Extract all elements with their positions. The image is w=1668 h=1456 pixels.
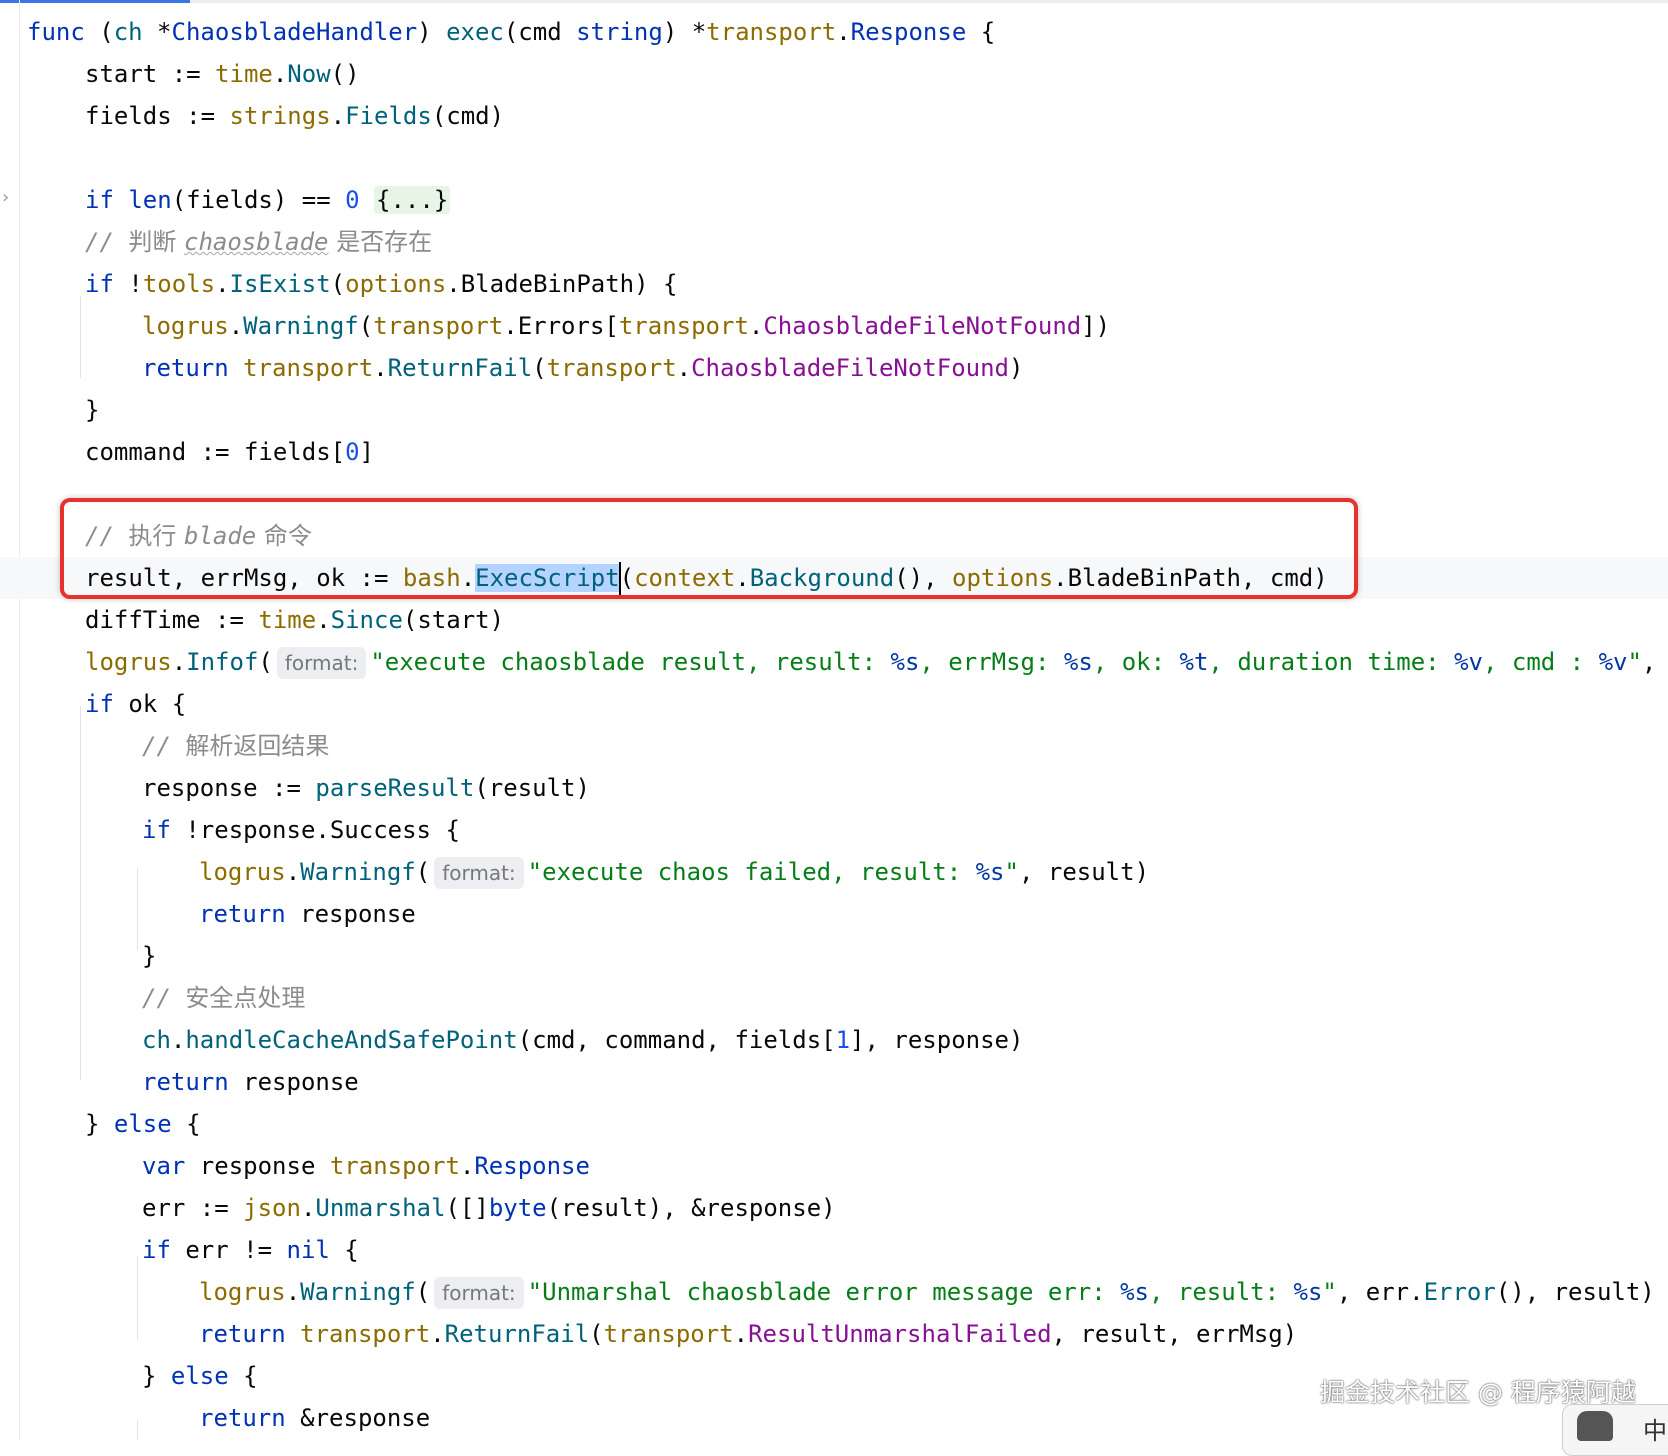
parameter-hint: format: [434,857,524,889]
code-line[interactable]: err := json.Unmarshal([]byte(result), &r… [142,1187,836,1229]
code-line[interactable]: if err != nil { [142,1229,359,1271]
code-line-folded[interactable]: if len(fields) == 0 {...} [85,179,451,221]
parameter-hint: format: [434,1277,524,1309]
indent-guide [80,706,81,1080]
code-line[interactable]: logrus.Infof(format: "execute chaosblade … [85,641,1656,683]
code-line[interactable]: } else { [142,1355,258,1397]
indent-guide [80,296,81,378]
code-editor[interactable]: › func (ch *ChaosbladeHandler) exec(cmd … [0,0,1668,1440]
code-line[interactable]: return response [142,1061,359,1103]
code-line[interactable]: if !response.Success { [142,809,460,851]
editor-gutter [19,0,20,1440]
ime-label: 中 [1643,1417,1667,1445]
annotation-highlight-box [60,498,1358,599]
code-line[interactable]: return transport.ReturnFail(transport.Re… [199,1313,1297,1355]
code-comment[interactable]: // 判断 chaosblade 是否存在 [85,221,432,263]
code-line[interactable]: response := parseResult(result) [142,767,590,809]
fold-expand-icon[interactable]: › [0,188,14,208]
code-line[interactable]: } [142,935,156,977]
code-line[interactable]: diffTime := time.Since(start) [85,599,504,641]
folded-block[interactable]: {...} [374,186,451,214]
code-line[interactable]: return transport.ReturnFail(transport.Ch… [142,347,1023,389]
code-comment[interactable]: // 安全点处理 [142,977,305,1019]
indent-guide [137,1420,138,1440]
code-line[interactable]: logrus.Warningf(format: "execute chaos fa… [199,851,1149,893]
code-comment[interactable]: // 解析返回结果 [142,725,329,767]
code-line[interactable]: return &response [199,1397,430,1439]
code-line[interactable]: start := time.Now() [85,53,360,95]
code-line[interactable]: var response transport.Response [142,1145,590,1187]
code-line[interactable]: return response [199,893,416,935]
parameter-hint: format: [276,647,367,679]
code-line[interactable]: } else { [85,1103,201,1145]
code-line[interactable]: logrus.Warningf(format: "Unmarshal chaosb… [199,1271,1655,1313]
code-line[interactable]: fields := strings.Fields(cmd) [85,95,504,137]
editor-top-border [0,0,1668,3]
code-line[interactable]: ch.handleCacheAndSafePoint(cmd, command,… [142,1019,1023,1061]
code-line[interactable]: logrus.Warningf(transport.Errors[transpo… [142,305,1110,347]
code-line[interactable]: if ok { [85,683,186,725]
ime-widget[interactable]: 中 [1562,1404,1668,1456]
code-line[interactable]: command := fields[0] [85,431,374,473]
code-line[interactable]: func (ch *ChaosbladeHandler) exec(cmd st… [27,11,995,53]
indent-guide [137,868,138,950]
indent-guide [137,1256,138,1340]
code-line[interactable]: if !tools.IsExist(options.BladeBinPath) … [85,263,677,305]
code-line[interactable]: } [85,389,99,431]
active-tab-indicator [0,0,190,3]
bear-icon [1577,1411,1613,1441]
